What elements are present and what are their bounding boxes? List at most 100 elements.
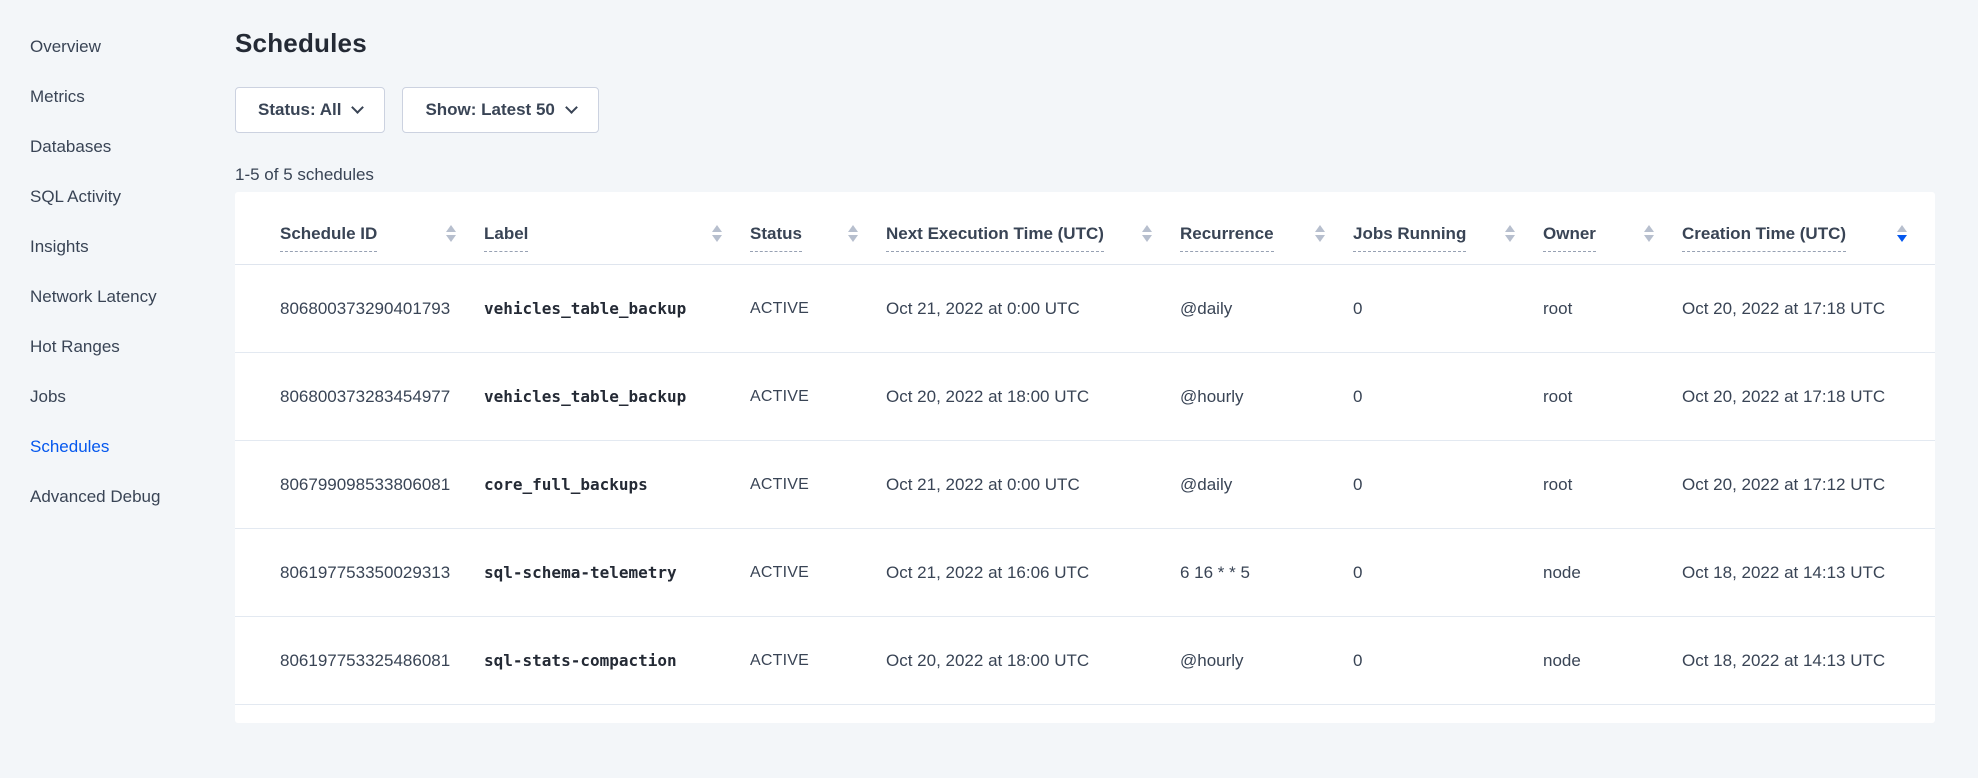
sort-up-arrow-icon bbox=[1142, 225, 1152, 232]
status-filter-label: Status: All bbox=[258, 100, 341, 120]
sidebar-item-label: Advanced Debug bbox=[30, 487, 160, 506]
sort-icon[interactable] bbox=[1505, 225, 1515, 242]
status-filter-dropdown[interactable]: Status: All bbox=[235, 87, 385, 133]
cell-owner: node bbox=[1543, 651, 1682, 671]
sort-down-arrow-icon bbox=[712, 235, 722, 242]
sort-up-arrow-icon bbox=[1505, 225, 1515, 232]
sort-icon[interactable] bbox=[1315, 225, 1325, 242]
column-header[interactable]: Status bbox=[750, 192, 886, 264]
cell-recurrence: @daily bbox=[1180, 475, 1353, 495]
page-title: Schedules bbox=[235, 28, 1935, 59]
column-header[interactable]: Recurrence bbox=[1180, 192, 1353, 264]
column-header-label: Creation Time (UTC) bbox=[1682, 224, 1846, 252]
main-content: Schedules Status: All Show: Latest 50 1-… bbox=[235, 0, 1978, 778]
sidebar-item[interactable]: Metrics bbox=[30, 72, 235, 122]
sidebar-item-label: Insights bbox=[30, 237, 89, 256]
table-row: 806800373283454977 vehicles_table_backup… bbox=[235, 353, 1935, 441]
column-header-label: Schedule ID bbox=[280, 224, 377, 252]
sort-icon[interactable] bbox=[1897, 225, 1907, 242]
column-header-label: Next Execution Time (UTC) bbox=[886, 224, 1104, 252]
cell-schedule-id: 806799098533806081 bbox=[280, 475, 484, 495]
sort-down-arrow-icon bbox=[1505, 235, 1515, 242]
table-body: 806800373290401793 vehicles_table_backup… bbox=[235, 265, 1935, 705]
sidebar-item[interactable]: Overview bbox=[30, 22, 235, 72]
sidebar-item[interactable]: Advanced Debug bbox=[30, 472, 235, 522]
cell-status: ACTIVE bbox=[750, 564, 886, 582]
sort-up-arrow-icon bbox=[446, 225, 456, 232]
sort-icon[interactable] bbox=[712, 225, 722, 242]
column-header[interactable]: Next Execution Time (UTC) bbox=[886, 192, 1180, 264]
sort-icon[interactable] bbox=[446, 225, 456, 242]
sidebar-item-label: Network Latency bbox=[30, 287, 157, 306]
cell-label: vehicles_table_backup bbox=[484, 387, 750, 406]
cell-creation-time: Oct 20, 2022 at 17:18 UTC bbox=[1682, 299, 1935, 319]
cell-creation-time: Oct 18, 2022 at 14:13 UTC bbox=[1682, 563, 1935, 583]
column-header[interactable]: Owner bbox=[1543, 192, 1682, 264]
column-header[interactable]: Schedule ID bbox=[280, 192, 484, 264]
sidebar-item-label: Databases bbox=[30, 137, 111, 156]
cell-owner: node bbox=[1543, 563, 1682, 583]
cell-status: ACTIVE bbox=[750, 300, 886, 318]
sort-icon[interactable] bbox=[848, 225, 858, 242]
cell-jobs-running: 0 bbox=[1353, 563, 1543, 583]
sort-up-arrow-icon bbox=[1644, 225, 1654, 232]
sidebar-item[interactable]: Databases bbox=[30, 122, 235, 172]
sort-icon[interactable] bbox=[1142, 225, 1152, 242]
sidebar-item[interactable]: Schedules bbox=[30, 422, 235, 472]
cell-label: vehicles_table_backup bbox=[484, 299, 750, 318]
cell-next-execution-time: Oct 21, 2022 at 0:00 UTC bbox=[886, 299, 1180, 319]
cell-label: sql-schema-telemetry bbox=[484, 563, 750, 582]
cell-next-execution-time: Oct 20, 2022 at 18:00 UTC bbox=[886, 387, 1180, 407]
cell-schedule-id: 806197753325486081 bbox=[280, 651, 484, 671]
sidebar-item[interactable]: Network Latency bbox=[30, 272, 235, 322]
column-header-label: Recurrence bbox=[1180, 224, 1274, 252]
cell-owner: root bbox=[1543, 387, 1682, 407]
table-row: 806197753325486081 sql-stats-compaction … bbox=[235, 617, 1935, 705]
column-header[interactable]: Label bbox=[484, 192, 750, 264]
sidebar-item-label: SQL Activity bbox=[30, 187, 121, 206]
sort-down-arrow-icon bbox=[1142, 235, 1152, 242]
table-row: 806799098533806081 core_full_backups ACT… bbox=[235, 441, 1935, 529]
cell-next-execution-time: Oct 21, 2022 at 16:06 UTC bbox=[886, 563, 1180, 583]
sidebar-item[interactable]: Insights bbox=[30, 222, 235, 272]
schedules-table: Schedule ID Label bbox=[235, 192, 1935, 723]
cell-status: ACTIVE bbox=[750, 476, 886, 494]
column-header-label: Jobs Running bbox=[1353, 224, 1466, 252]
sidebar-item-label: Metrics bbox=[30, 87, 85, 106]
show-filter-dropdown[interactable]: Show: Latest 50 bbox=[402, 87, 598, 133]
app-window: Overview Metrics Databases SQL Activity … bbox=[0, 0, 1978, 778]
cell-status: ACTIVE bbox=[750, 652, 886, 670]
cell-creation-time: Oct 20, 2022 at 17:12 UTC bbox=[1682, 475, 1935, 495]
sort-down-arrow-icon bbox=[1897, 235, 1907, 242]
cell-recurrence: @hourly bbox=[1180, 651, 1353, 671]
sidebar-item[interactable]: Hot Ranges bbox=[30, 322, 235, 372]
chevron-down-icon bbox=[352, 101, 365, 114]
cell-jobs-running: 0 bbox=[1353, 651, 1543, 671]
sort-icon[interactable] bbox=[1644, 225, 1654, 242]
sidebar-item-label: Jobs bbox=[30, 387, 66, 406]
cell-jobs-running: 0 bbox=[1353, 387, 1543, 407]
sidebar-item-label: Hot Ranges bbox=[30, 337, 120, 356]
cell-owner: root bbox=[1543, 299, 1682, 319]
table-row: 806800373290401793 vehicles_table_backup… bbox=[235, 265, 1935, 353]
cell-status: ACTIVE bbox=[750, 388, 886, 406]
sort-down-arrow-icon bbox=[446, 235, 456, 242]
cell-owner: root bbox=[1543, 475, 1682, 495]
filter-bar: Status: All Show: Latest 50 bbox=[235, 87, 1935, 133]
chevron-down-icon bbox=[565, 101, 578, 114]
sidebar-item[interactable]: Jobs bbox=[30, 372, 235, 422]
column-header[interactable]: Jobs Running bbox=[1353, 192, 1543, 264]
cell-schedule-id: 806800373283454977 bbox=[280, 387, 484, 407]
cell-schedule-id: 806197753350029313 bbox=[280, 563, 484, 583]
sidebar-item[interactable]: SQL Activity bbox=[30, 172, 235, 222]
cell-jobs-running: 0 bbox=[1353, 475, 1543, 495]
sort-down-arrow-icon bbox=[1315, 235, 1325, 242]
table-row: 806197753350029313 sql-schema-telemetry … bbox=[235, 529, 1935, 617]
column-header-label: Label bbox=[484, 224, 528, 252]
table-header-row: Schedule ID Label bbox=[235, 192, 1935, 265]
cell-recurrence: 6 16 * * 5 bbox=[1180, 563, 1353, 583]
cell-next-execution-time: Oct 20, 2022 at 18:00 UTC bbox=[886, 651, 1180, 671]
column-header[interactable]: Creation Time (UTC) bbox=[1682, 192, 1935, 264]
sidebar-item-label: Schedules bbox=[30, 437, 109, 456]
column-header-label: Owner bbox=[1543, 224, 1596, 252]
